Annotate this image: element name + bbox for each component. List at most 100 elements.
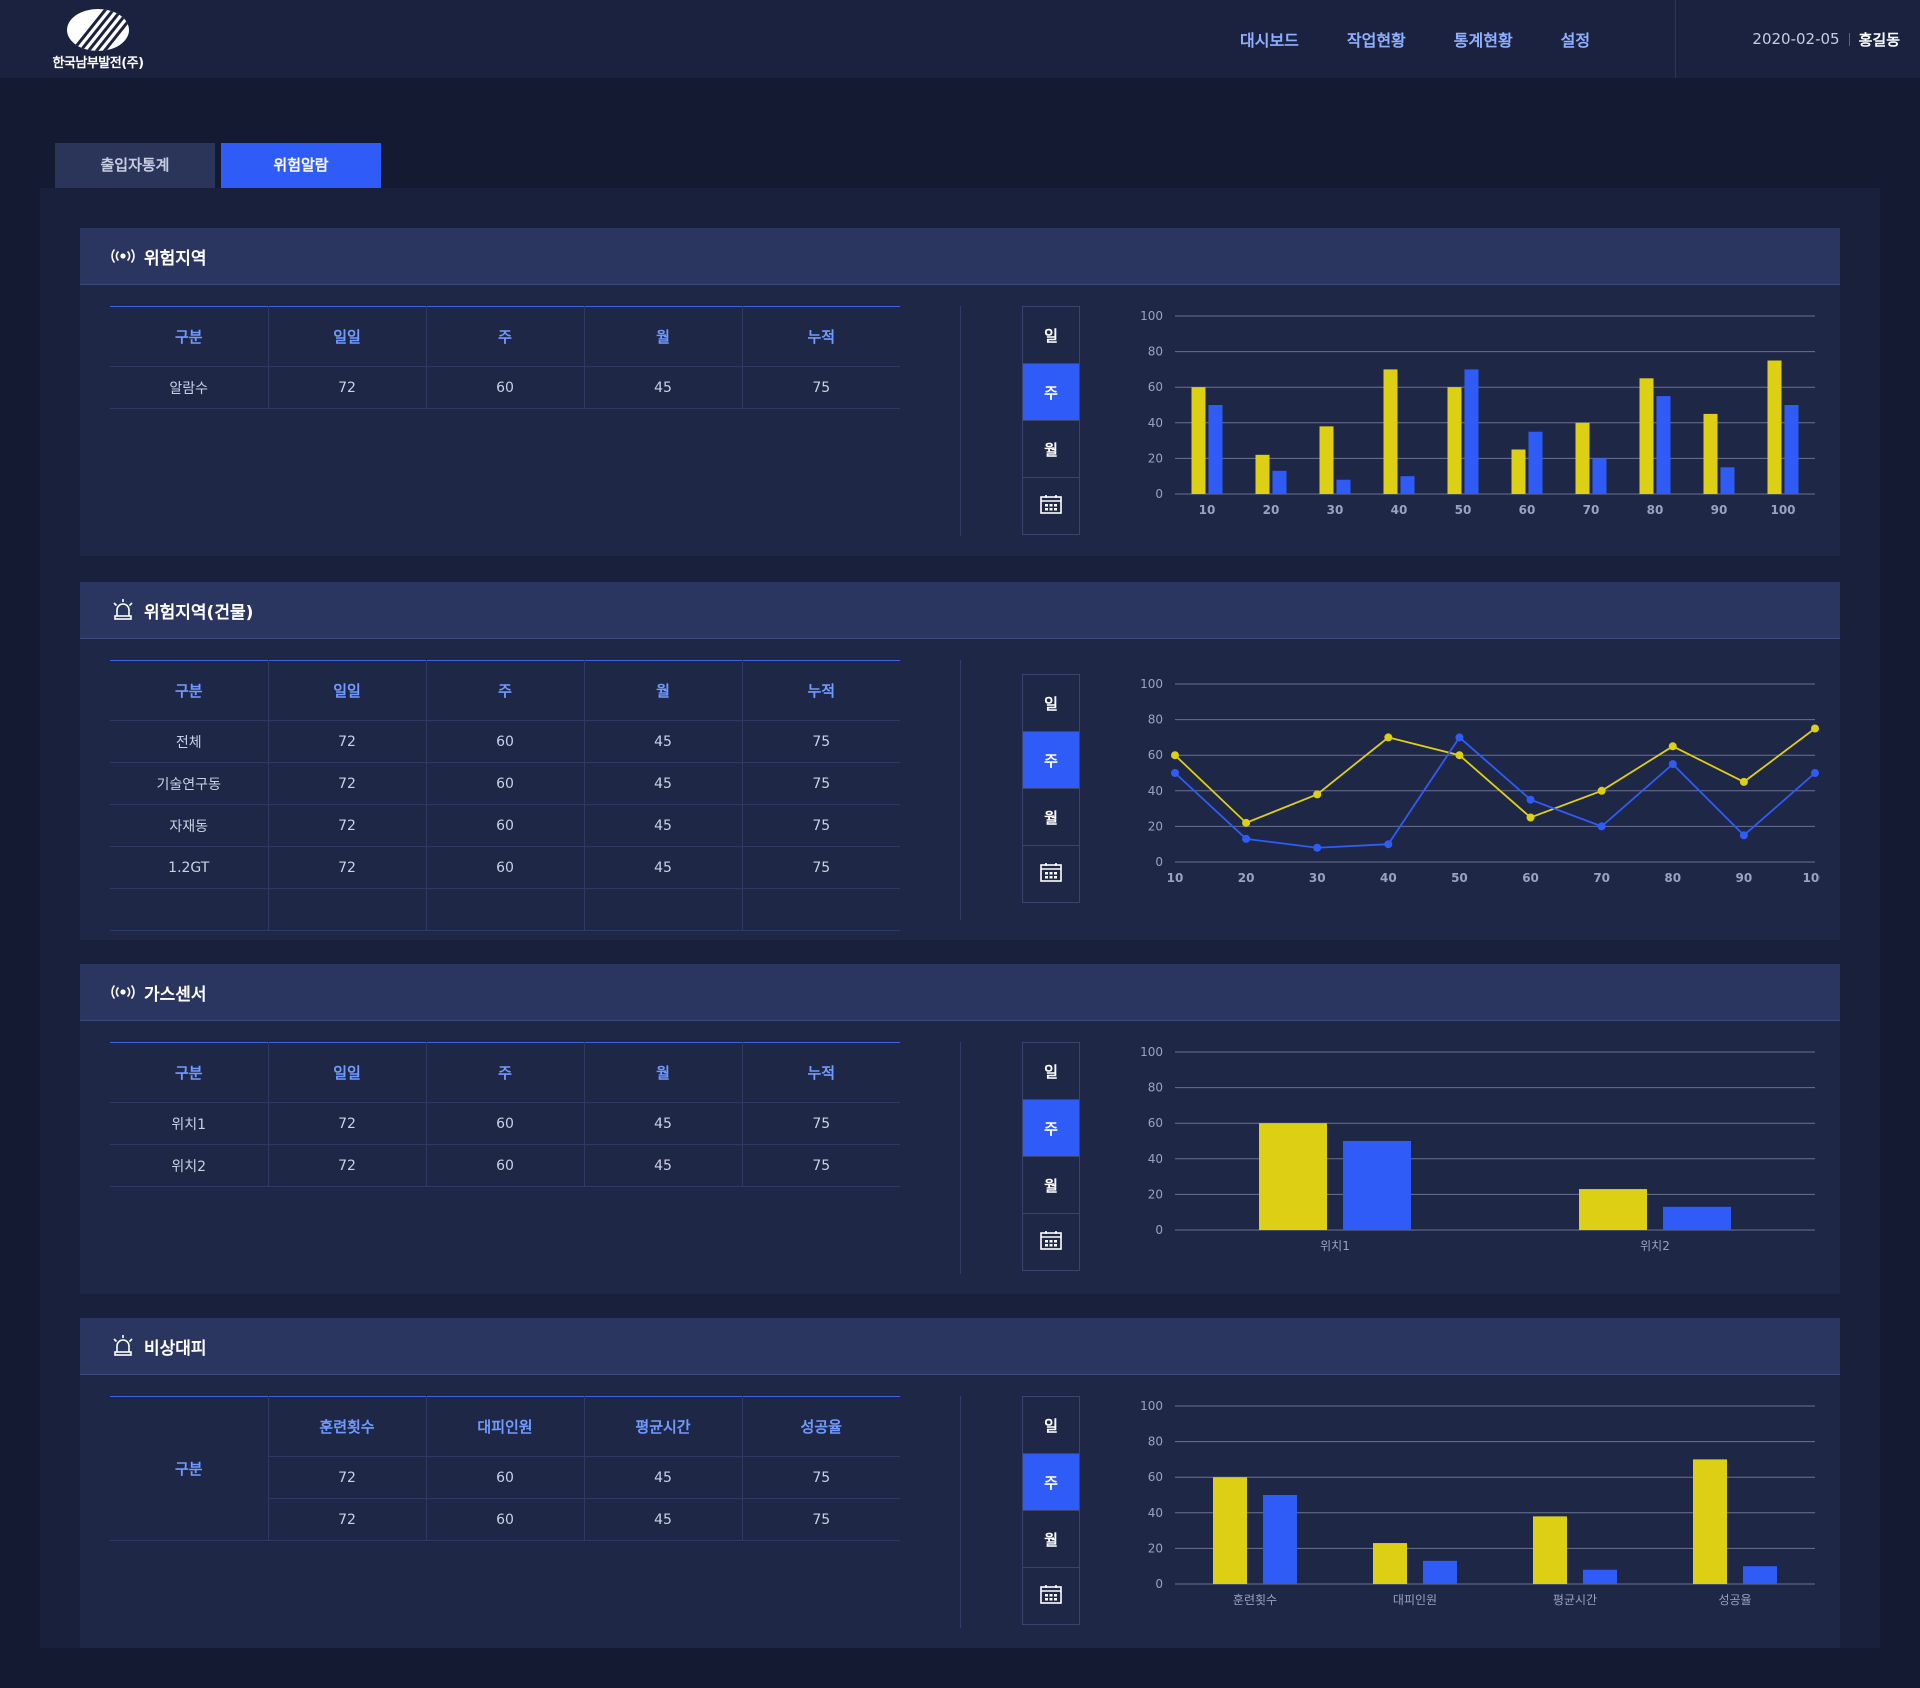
period-week-button[interactable]: 주 <box>1023 1100 1079 1157</box>
tab-visitor-stats[interactable]: 출입자통계 <box>55 143 215 188</box>
bar <box>1191 387 1206 494</box>
table-cell: 45 <box>584 720 743 763</box>
x-tick-label: 20 <box>1238 871 1255 885</box>
bar <box>1272 470 1287 494</box>
table-cell: 75 <box>742 720 900 763</box>
data-point <box>1811 724 1819 733</box>
x-tick-label: 80 <box>1647 503 1664 517</box>
bar <box>1583 1569 1617 1584</box>
period-month-button[interactable]: 월 <box>1023 789 1079 846</box>
series-line <box>1174 736 1816 849</box>
series-line <box>1174 727 1816 824</box>
table-cell: 72 <box>268 720 427 763</box>
bar <box>1784 405 1799 494</box>
period-month-button[interactable]: 월 <box>1023 1157 1079 1214</box>
bar <box>1528 431 1543 494</box>
user-name[interactable]: 홍길동 <box>1859 29 1900 50</box>
period-day-button[interactable]: 일 <box>1023 1043 1079 1100</box>
panel-danger-zone: 위험지역 구분 일일 주 월 누적 알람수 72 60 45 75 일 주 월 … <box>80 228 1840 556</box>
calendar-button[interactable] <box>1023 478 1079 534</box>
x-tick-label: 40 <box>1380 871 1397 885</box>
period-day-button[interactable]: 일 <box>1023 675 1079 732</box>
tab-danger-alarm[interactable]: 위험알람 <box>221 143 381 188</box>
bar <box>1383 369 1398 494</box>
x-tick-label: 위치1 <box>1320 1239 1350 1253</box>
x-tick-label: 70 <box>1583 503 1600 517</box>
calendar-button[interactable] <box>1023 1568 1079 1624</box>
calendar-icon <box>1040 494 1062 518</box>
bar <box>1743 1566 1777 1584</box>
x-tick-label: 위치2 <box>1640 1239 1670 1253</box>
panel-divider <box>960 660 961 920</box>
table-cell: 45 <box>584 846 743 889</box>
radio-signal-icon <box>110 244 136 268</box>
y-tick-label: 20 <box>1148 1541 1163 1555</box>
period-week-button[interactable]: 주 <box>1023 1454 1079 1511</box>
y-tick-label: 100 <box>1140 677 1163 691</box>
period-week-button[interactable]: 주 <box>1023 364 1079 421</box>
bar <box>1319 426 1334 494</box>
x-tick-label: 100 <box>1802 871 1820 885</box>
table-row: 위치1 72 60 45 75 <box>110 1102 900 1145</box>
column-header: 누적 <box>742 306 900 367</box>
table-cell: 72 <box>268 804 427 847</box>
data-table: 구분 일일 주 월 누적 알람수 72 60 45 75 <box>110 306 900 409</box>
table-cell <box>426 888 585 931</box>
bar <box>1373 1543 1407 1584</box>
x-tick-label: 30 <box>1327 503 1344 517</box>
nav-work-status[interactable]: 작업현황 <box>1347 27 1406 51</box>
x-tick-label: 50 <box>1455 503 1472 517</box>
table-cell: 1.2GT <box>110 846 269 889</box>
table-cell: 45 <box>584 366 743 409</box>
panel-title: 위험지역 <box>144 248 207 269</box>
bar <box>1263 1495 1297 1584</box>
panel-header: 가스센서 <box>80 964 1840 1021</box>
table-cell: 45 <box>584 762 743 805</box>
calendar-button[interactable] <box>1023 846 1079 902</box>
bar <box>1343 1141 1411 1230</box>
y-tick-label: 60 <box>1148 1470 1163 1484</box>
table-cell: 60 <box>426 1456 585 1499</box>
period-day-button[interactable]: 일 <box>1023 307 1079 364</box>
panel-title: 가스센서 <box>144 984 207 1005</box>
period-day-button[interactable]: 일 <box>1023 1397 1079 1454</box>
data-point <box>1455 733 1464 742</box>
period-month-button[interactable]: 월 <box>1023 421 1079 478</box>
y-tick-label: 20 <box>1148 451 1163 465</box>
calendar-icon <box>1040 1584 1062 1608</box>
period-month-button[interactable]: 월 <box>1023 1511 1079 1568</box>
table-row: 기술연구동 72 60 45 75 <box>110 762 900 805</box>
data-point <box>1668 742 1677 751</box>
data-point <box>1526 813 1535 822</box>
column-header: 주 <box>426 306 585 367</box>
bar <box>1511 449 1526 494</box>
period-week-button[interactable]: 주 <box>1023 732 1079 789</box>
table-cell: 72 <box>268 1456 427 1499</box>
column-header: 구분 <box>110 1042 269 1103</box>
x-tick-label: 평균시간 <box>1553 1593 1597 1607</box>
bar <box>1703 413 1718 494</box>
period-selector: 일 주 월 <box>1022 306 1080 535</box>
nav-settings[interactable]: 설정 <box>1561 27 1590 51</box>
company-logo[interactable]: 한국남부발전(주) <box>38 8 158 71</box>
y-tick-label: 80 <box>1148 345 1163 359</box>
data-table: 구분 일일 주 월 누적 위치1 72 60 45 75 위치2 72 60 4… <box>110 1042 900 1187</box>
data-point <box>1597 786 1606 795</box>
x-tick-label: 50 <box>1451 871 1468 885</box>
user-info: 2020-02-05 홍길동 <box>1700 0 1900 78</box>
table-cell: 60 <box>426 1498 585 1541</box>
data-point <box>1526 795 1535 804</box>
nav-statistics[interactable]: 통계현황 <box>1454 27 1513 51</box>
table-cell: 45 <box>584 1498 743 1541</box>
y-tick-label: 40 <box>1148 784 1163 798</box>
nav-dashboard[interactable]: 대시보드 <box>1240 27 1299 51</box>
column-header: 월 <box>584 306 743 367</box>
period-selector: 일 주 월 <box>1022 1396 1080 1625</box>
column-header: 일일 <box>268 306 427 367</box>
bar <box>1592 458 1607 494</box>
evacuation-bar-chart: 0 20 40 60 80 100 훈련횟수 대피인원 평균시간 성공율 <box>1140 1399 1815 1607</box>
calendar-button[interactable] <box>1023 1214 1079 1270</box>
y-tick-label: 100 <box>1140 1399 1163 1413</box>
table-cell: 75 <box>742 846 900 889</box>
table-cell: 75 <box>742 366 900 409</box>
